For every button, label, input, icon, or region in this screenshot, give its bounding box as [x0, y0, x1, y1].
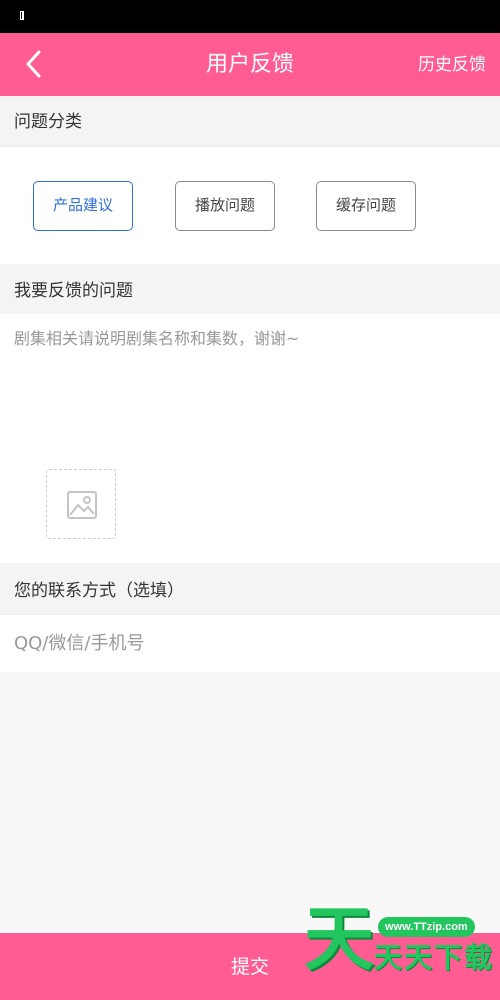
category-playback-issue-button[interactable]: 播放问题 [175, 181, 275, 231]
status-bar [0, 0, 500, 33]
category-section-title: 问题分类 [0, 96, 500, 146]
feedback-area: 剧集相关请说明剧集名称和集数，谢谢~ [0, 314, 500, 563]
image-placeholder-icon [67, 491, 97, 519]
watermark-logo: 天 www.TTzip.com 天天下载 [304, 903, 500, 983]
contact-input[interactable]: QQ/微信/手机号 [14, 629, 484, 659]
add-image-button[interactable] [46, 469, 116, 539]
app-bar: 用户反馈 历史反馈 [0, 33, 500, 96]
feedback-screen: 用户反馈 历史反馈 问题分类 产品建议 播放问题 缓存问题 我要反馈的问题 剧集… [0, 0, 500, 1000]
watermark-big-char: 天 [304, 897, 374, 980]
history-feedback-link[interactable]: 历史反馈 [418, 52, 486, 78]
empty-area [0, 672, 500, 933]
feedback-section-title: 我要反馈的问题 [0, 264, 500, 314]
category-product-suggestion-button[interactable]: 产品建议 [33, 181, 133, 231]
contact-area: QQ/微信/手机号 [0, 615, 500, 672]
category-options: 产品建议 播放问题 缓存问题 [0, 146, 500, 264]
watermark-text: 天天下载 [374, 941, 495, 974]
watermark-url: www.TTzip.com [378, 917, 475, 937]
contact-section-title: 您的联系方式（选填） [0, 563, 500, 615]
status-icon [20, 11, 24, 20]
category-cache-issue-button[interactable]: 缓存问题 [316, 181, 416, 231]
feedback-textarea[interactable]: 剧集相关请说明剧集名称和集数，谢谢~ [14, 326, 484, 456]
